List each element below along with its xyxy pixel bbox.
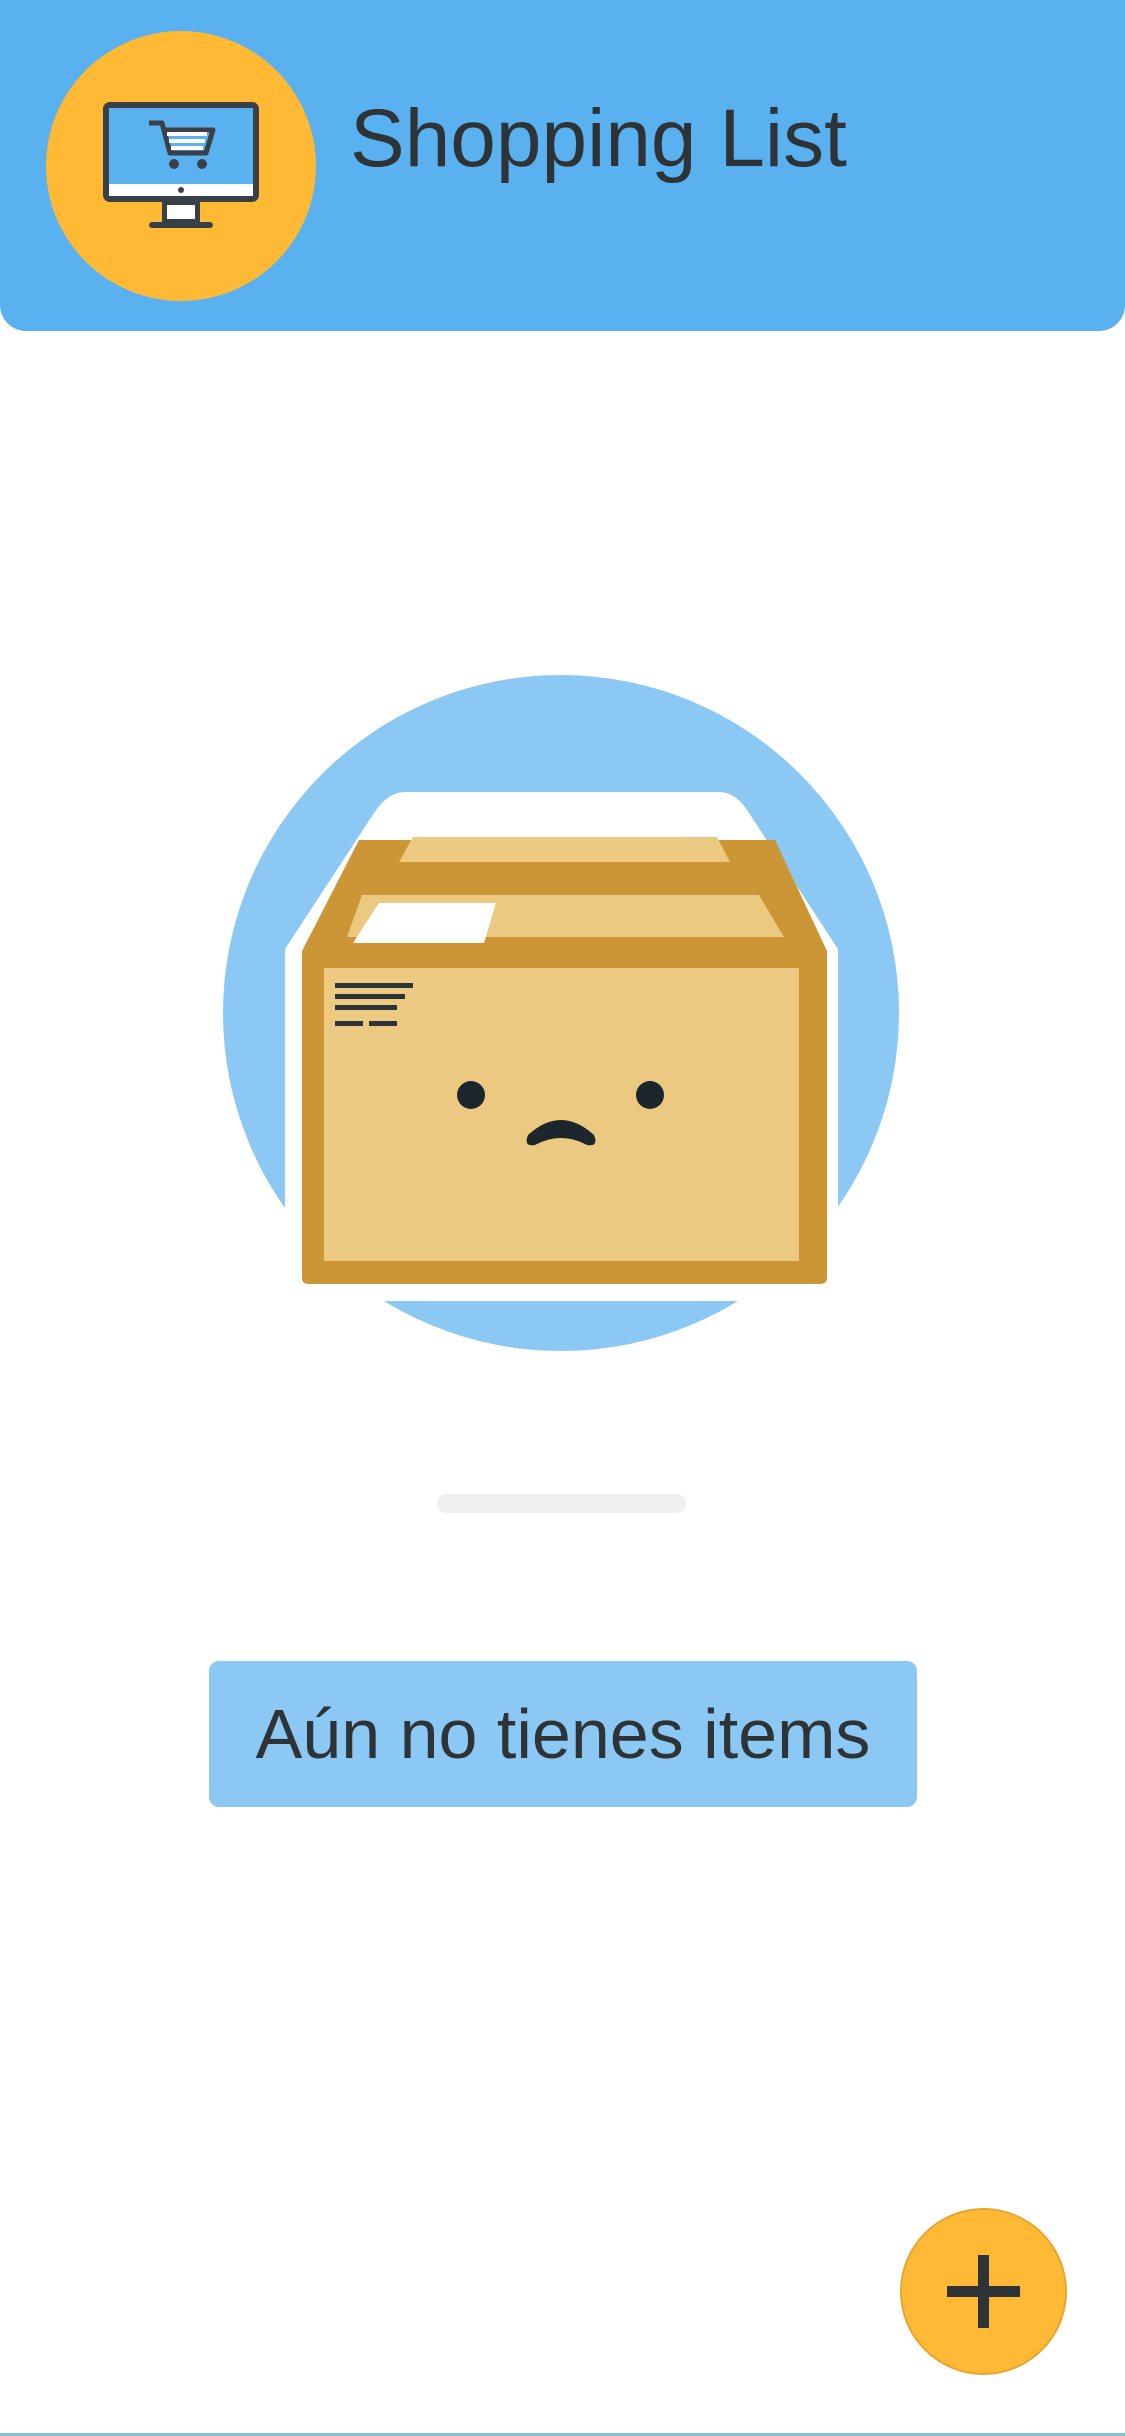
plus-icon — [947, 2255, 1020, 2328]
scroll-indicator — [437, 1494, 686, 1513]
app-logo — [46, 31, 316, 301]
add-item-button[interactable] — [902, 2210, 1065, 2373]
monitor-shopping-cart-icon — [103, 102, 259, 228]
app-title: Shopping List — [350, 93, 847, 184]
empty-message: Aún no tienes items — [209, 1661, 917, 1807]
app-screen: Shopping List Aún no tienes items — [0, 0, 1125, 2436]
app-header: Shopping List — [0, 0, 1125, 331]
sad-box-icon — [223, 675, 899, 1351]
empty-illustration — [223, 675, 900, 1352]
